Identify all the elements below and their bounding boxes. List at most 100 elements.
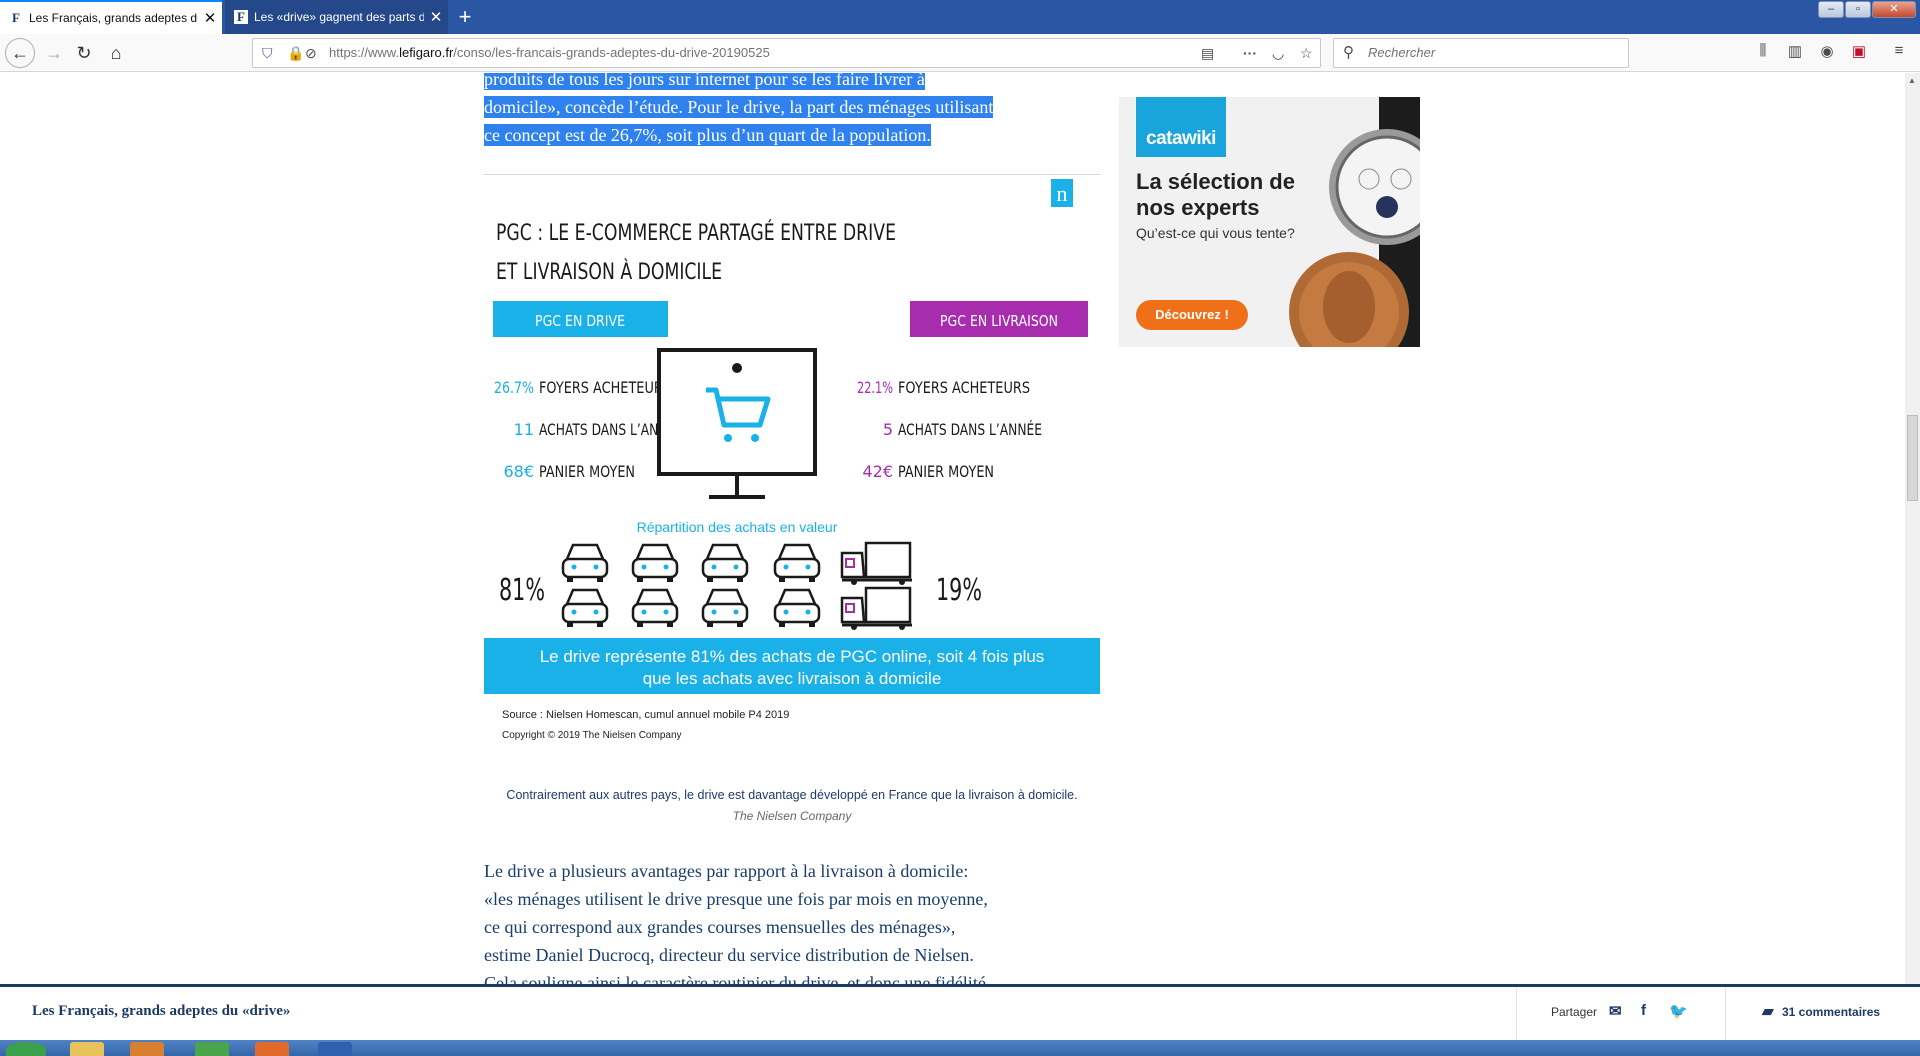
vertical-scrollbar[interactable]: ▲	[1905, 73, 1920, 985]
comment-bubble-icon: ▰	[1762, 1003, 1774, 1020]
sticky-article-bar: Les Français, grands adeptes du «drive» …	[0, 984, 1920, 1040]
scroll-up-icon[interactable]: ▲	[1908, 76, 1916, 85]
tab-lefigaro-drive-adeptes[interactable]: F Les Français, grands adeptes du ✕	[0, 0, 222, 34]
comments-area[interactable]: ▰ 31 commentaires	[1725, 987, 1920, 1040]
account-icon[interactable]: ◉	[1816, 42, 1838, 60]
lefigaro-favicon-icon: F	[12, 10, 20, 25]
sticky-article-title: Les Français, grands adeptes du «drive»	[32, 1003, 291, 1019]
sidebar-icon[interactable]: ▥	[1784, 42, 1806, 60]
os-taskbar	[0, 1040, 1920, 1056]
reader-view-icon[interactable]: ▤	[1201, 39, 1214, 67]
firefox-taskbar-icon[interactable]	[255, 1042, 289, 1056]
back-button[interactable]: ←	[5, 38, 35, 68]
home-button[interactable]: ⌂	[102, 39, 130, 67]
drive-badge: PGC EN DRIVE	[535, 312, 625, 330]
selected-line: produits de tous les jours sur internet …	[484, 73, 925, 90]
nielsen-logo-letter: n	[1057, 181, 1068, 206]
catawiki-ad[interactable]: catawiki La sélection de nos experts Qu’…	[1119, 97, 1420, 347]
app-taskbar-icon[interactable]	[130, 1042, 164, 1056]
car-icon	[701, 543, 749, 582]
page-actions-icon[interactable]: ···	[1243, 39, 1257, 67]
permissions-icon[interactable]: ⊘	[305, 39, 317, 67]
delivery-stat-value: 5	[883, 420, 893, 439]
truck-icon	[840, 541, 912, 585]
repartition-label: Répartition des achats en valeur	[637, 519, 838, 535]
watch-and-coin-image	[1289, 97, 1420, 347]
search-icon: ⚲	[1343, 44, 1354, 61]
facebook-share-icon[interactable]: f	[1641, 1002, 1646, 1019]
extension-icon[interactable]: ▣	[1848, 42, 1870, 60]
tab-title: Les Français, grands adeptes du	[29, 11, 198, 25]
tab-drive-parts[interactable]: F Les «drive» gagnent des parts d ✕	[225, 0, 448, 34]
nielsen-infographic: n PGC : LE E-COMMERCE PARTAGÉ ENTRE DRIV…	[484, 174, 1100, 786]
web-page: produits de tous les jours sur internet …	[0, 73, 1905, 985]
truck-icon	[840, 586, 912, 630]
body-line: estime Daniel Ducrocq, directeur du serv…	[484, 945, 974, 965]
maximize-button[interactable]: ▫	[1845, 1, 1871, 18]
drive-stat-value: 11	[514, 420, 534, 439]
delivery-stat-label: ACHATS DANS L’ANNÉE	[898, 420, 1042, 439]
car-icon	[631, 543, 679, 582]
close-tab-icon[interactable]: ✕	[424, 8, 448, 26]
share-label: Partager	[1551, 1005, 1598, 1019]
delivery-stat-value: 42€	[862, 462, 893, 481]
word-taskbar-icon[interactable]	[318, 1042, 352, 1056]
close-tab-icon[interactable]: ✕	[198, 9, 222, 27]
delivery-stat-value: 22.1%	[857, 378, 893, 397]
article-body: Le drive a plusieurs avantages par rappo…	[484, 857, 1100, 985]
menu-icon[interactable]: ≡	[1888, 42, 1910, 59]
close-window-button[interactable]: ✕	[1872, 1, 1916, 18]
forward-button[interactable]: →	[40, 39, 68, 67]
delivery-stat-label: FOYERS ACHETEURS	[898, 378, 1030, 397]
navigation-toolbar: ← → ↻ ⌂ ⛉ 🔒 ⊘ https://www.lefigaro.fr/co…	[0, 34, 1920, 72]
banner-line2: que les achats avec livraison à domicile	[643, 669, 942, 688]
library-icon[interactable]: ⫼	[1752, 42, 1774, 59]
delivery-share-value: 19%	[936, 573, 982, 608]
banner-line1: Le drive représente 81% des achats de PG…	[540, 647, 1045, 666]
selected-line: ce concept est de 26,7%, soit plus d’un …	[484, 124, 931, 146]
tab-title: Les «drive» gagnent des parts d	[254, 10, 424, 24]
search-placeholder: Rechercher	[1368, 45, 1436, 60]
bookmark-star-icon[interactable]: ☆	[1300, 39, 1313, 67]
car-icon	[631, 588, 679, 627]
tracking-protection-icon[interactable]: ⛉	[262, 39, 273, 67]
new-tab-button[interactable]: +	[450, 2, 480, 32]
selected-text: produits de tous les jours sur internet …	[484, 73, 1100, 149]
ad-cta-button[interactable]: Découvrez !	[1136, 300, 1248, 330]
drive-stat-label: PANIER MOYEN	[539, 462, 635, 481]
search-bar[interactable]: ⚲ Rechercher	[1333, 38, 1629, 68]
catawiki-logo: catawiki	[1136, 97, 1226, 157]
lock-icon[interactable]: 🔒	[287, 39, 304, 67]
car-icon	[773, 588, 821, 627]
minimize-button[interactable]: –	[1818, 1, 1844, 18]
delivery-stat-label: PANIER MOYEN	[898, 462, 994, 481]
drive-share-value: 81%	[499, 573, 545, 608]
infographic-title-line2: ET LIVRAISON À DOMICILE	[496, 259, 722, 285]
excel-taskbar-icon[interactable]	[195, 1042, 229, 1056]
twitter-share-icon[interactable]: 🐦	[1669, 1002, 1688, 1020]
delivery-badge: PGC EN LIVRAISON	[940, 312, 1058, 330]
tab-bar: F Les Français, grands adeptes du ✕ F Le…	[0, 0, 1920, 34]
drive-stat-value: 26.7%	[494, 378, 534, 397]
source-note: Source : Nielsen Homescan, cumul annuel …	[502, 709, 789, 721]
drive-stat-label: FOYERS ACHETEURS	[539, 378, 671, 397]
comments-count[interactable]: 31 commentaires	[1782, 1005, 1880, 1019]
body-line: Le drive a plusieurs avantages par rappo…	[484, 861, 969, 881]
copyright-note: Copyright © 2019 The Nielsen Company	[502, 730, 682, 741]
body-line: «les ménages utilisent le drive presque …	[484, 889, 988, 909]
scrollbar-thumb[interactable]	[1907, 415, 1918, 501]
infographic-title-line1: PGC : LE E-COMMERCE PARTAGÉ ENTRE DRIVE	[496, 220, 896, 246]
explorer-taskbar-icon[interactable]	[70, 1042, 104, 1056]
car-icon	[773, 543, 821, 582]
infographic-caption: Contrairement aux autres pays, le drive …	[506, 788, 1078, 802]
reload-button[interactable]: ↻	[70, 39, 98, 67]
start-button[interactable]	[6, 1042, 46, 1056]
share-area: Partager ✉ f 🐦	[1516, 987, 1725, 1040]
selected-line: domicile», concède l’étude. Pour le driv…	[484, 96, 994, 118]
monitor-cart-icon	[657, 348, 817, 499]
url-bar[interactable]: ⛉ 🔒 ⊘ https://www.lefigaro.fr/conso/les-…	[252, 38, 1321, 68]
email-share-icon[interactable]: ✉	[1609, 1002, 1622, 1020]
car-icons	[561, 543, 821, 627]
lefigaro-favicon-icon: F	[234, 10, 248, 24]
pocket-icon[interactable]: ◡	[1272, 39, 1284, 67]
